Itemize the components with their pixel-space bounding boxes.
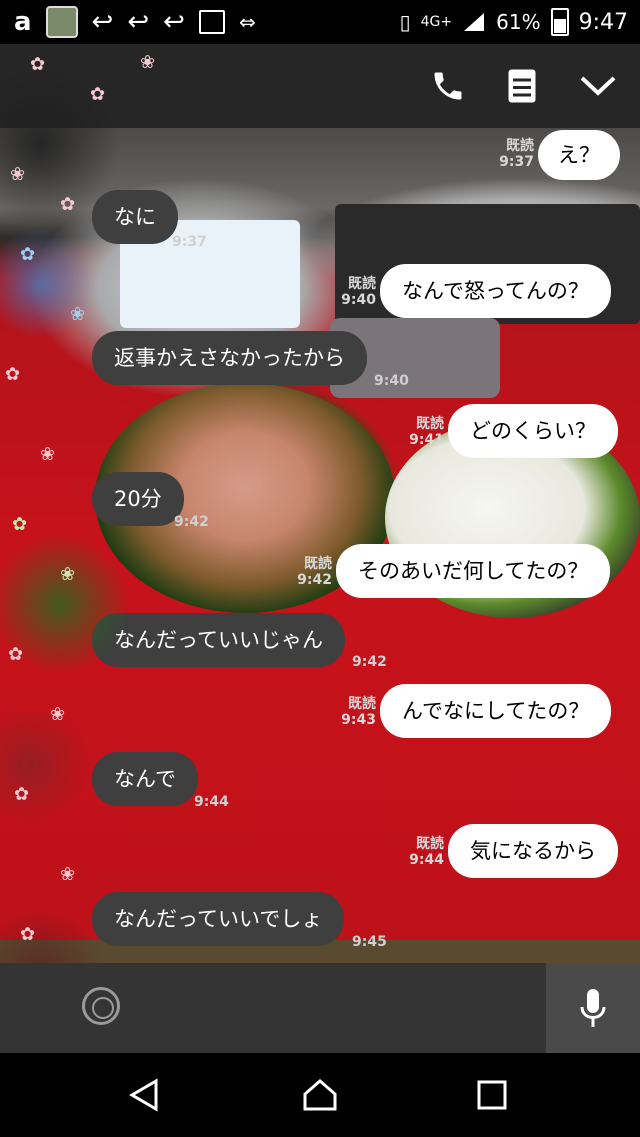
read-receipt: 既読 [416, 836, 444, 852]
read-receipt: 既読 [348, 276, 376, 292]
message-time: 9:40 [341, 292, 376, 308]
battery-percent: 61% [496, 10, 541, 34]
message-meta: 既読 9:44 [406, 836, 444, 868]
recents-button[interactable] [472, 1075, 512, 1115]
message-bubble-outgoing[interactable]: んでなにしてたの？ [380, 684, 612, 738]
vibrate-icon: ▯ [399, 10, 411, 34]
message-meta: 既読 9:42 [294, 556, 332, 588]
message-time: 9:41 [409, 432, 444, 448]
recents-icon [477, 1080, 507, 1110]
message-bubble-incoming[interactable]: 20分 [92, 472, 184, 526]
chat-area[interactable]: え？ 既読 9:37 なに 9:37 なんで怒ってんの？ 既読 9:40 返事かえさ… [0, 128, 640, 963]
message-time: 9:37 [172, 234, 207, 250]
chevron-down-icon [580, 76, 616, 96]
read-receipt: 既読 [416, 416, 444, 432]
app-a-icon: a [14, 7, 32, 37]
message-meta: 既読 9:43 [338, 696, 376, 728]
message-bubble-incoming[interactable]: なんで [92, 752, 198, 806]
message-input[interactable] [140, 981, 530, 1035]
message-meta: 既読 9:40 [338, 276, 376, 308]
read-receipt: 既読 [506, 138, 534, 154]
notes-icon [508, 69, 536, 103]
message-meta: 既読 9:37 [498, 138, 534, 170]
message-bubble-outgoing[interactable]: そのあいだ何してたの？ [336, 544, 611, 598]
notes-button[interactable] [498, 62, 546, 110]
message-time: 9:44 [194, 794, 229, 810]
message-bubble-incoming[interactable]: なんだっていいでしょ [92, 892, 345, 946]
emoji-icon[interactable] [82, 987, 120, 1025]
message-bubble-incoming[interactable]: なんだっていいじゃん [92, 613, 345, 667]
read-receipt: 既読 [304, 556, 332, 572]
back-icon [129, 1078, 158, 1112]
battery-icon [550, 8, 569, 36]
message-bubble-outgoing[interactable]: なんで怒ってんの？ [380, 264, 611, 318]
app-avatar-icon [45, 6, 78, 38]
read-receipt: 既読 [348, 696, 376, 712]
message-bubble-incoming[interactable]: なに [92, 190, 178, 244]
back-button[interactable] [124, 1075, 164, 1115]
message-bubble-outgoing[interactable]: どのくらい？ [448, 404, 618, 458]
home-button[interactable] [300, 1075, 340, 1115]
message-time: 9:42 [174, 514, 209, 530]
data-saver-icon: ⇔ [238, 10, 256, 34]
menu-dropdown-button[interactable] [574, 62, 622, 110]
message-time: 9:44 [409, 852, 444, 868]
message-time: 9:42 [352, 654, 387, 670]
notification-icons: a ↩ ↩ ↩ ⇔ [14, 6, 256, 38]
message-time: 9:42 [297, 572, 332, 588]
message-bubble-incoming[interactable]: 返事かえさなかったから [92, 331, 367, 385]
message-input-bar [0, 963, 640, 1053]
message-bubble-outgoing[interactable]: 気になるから [448, 824, 618, 878]
status-bar: a ↩ ↩ ↩ ⇔ ▯ 4G+ 61% 9:47 [0, 0, 640, 44]
message-time: 9:40 [374, 373, 409, 389]
network-type: 4G+ [420, 14, 453, 30]
reply-icon: ↩ [163, 7, 185, 37]
navigation-bar [0, 1053, 640, 1137]
reply-icon: ↩ [127, 7, 150, 37]
clock: 9:47 [578, 9, 628, 35]
message-bubble-outgoing[interactable]: え？ [538, 130, 620, 180]
message-time: 9:37 [499, 154, 534, 170]
message-meta: 既読 9:41 [406, 416, 444, 448]
reply-icon: ↩ [91, 7, 114, 37]
chat-header [0, 44, 640, 128]
microphone-button[interactable] [546, 963, 640, 1053]
image-icon [198, 10, 225, 34]
phone-icon [434, 72, 462, 100]
message-time: 9:43 [341, 712, 376, 728]
message-time: 9:45 [352, 934, 387, 950]
phone-call-button[interactable] [424, 62, 472, 110]
home-icon [303, 1079, 337, 1111]
system-status: ▯ 4G+ 61% 9:47 [400, 8, 628, 36]
microphone-icon [580, 989, 606, 1027]
signal-icon [464, 13, 485, 31]
